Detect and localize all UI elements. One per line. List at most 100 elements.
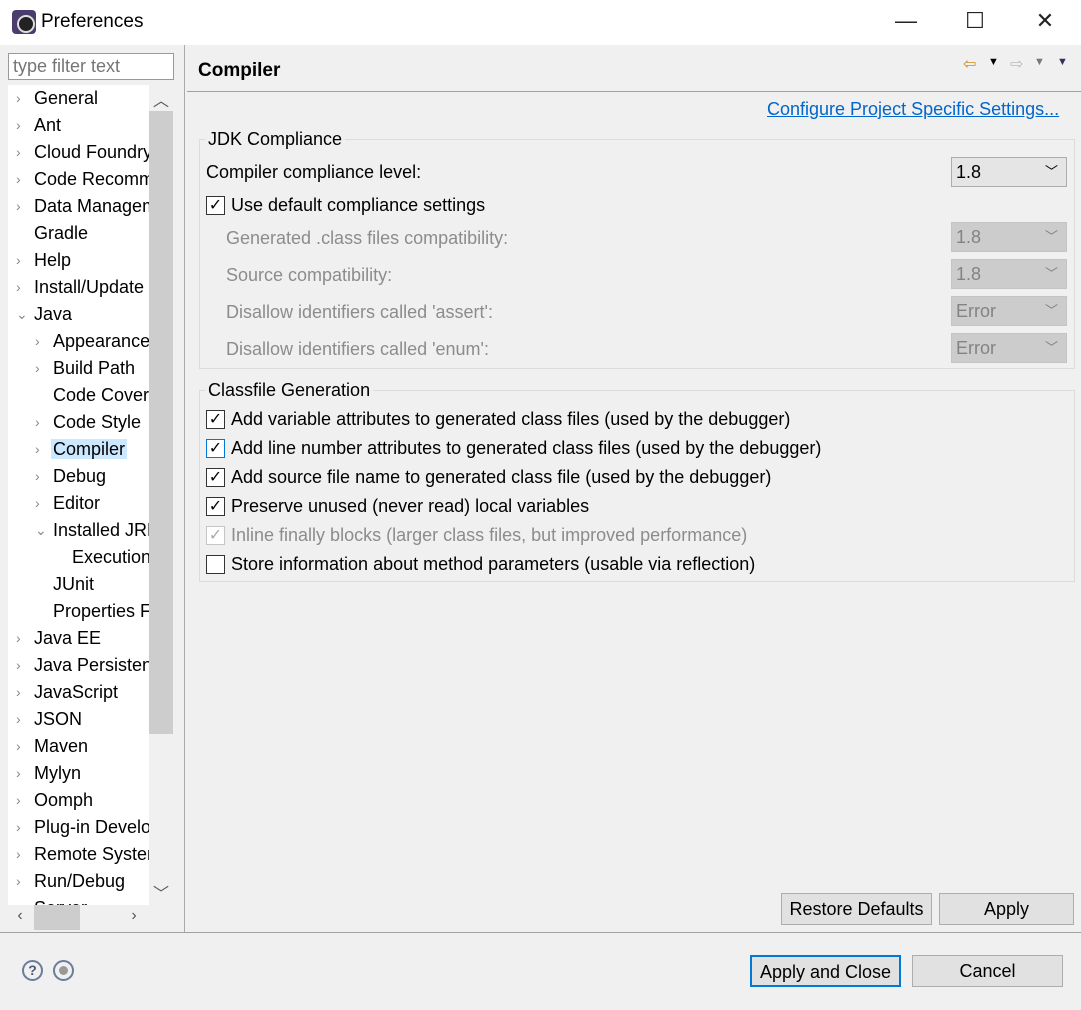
tree-item[interactable]: Properties Files Editor — [27, 598, 149, 625]
tree-item[interactable]: › Run/Debug — [8, 868, 127, 895]
chevron-right-icon[interactable]: › — [35, 328, 49, 355]
tree-item[interactable]: › Build Path — [27, 355, 137, 382]
tree-item[interactable]: JUnit — [27, 571, 96, 598]
tree-item-label: Help — [34, 250, 72, 270]
tree-item[interactable]: ⌄ Java — [8, 301, 74, 328]
tree-item[interactable]: › Code Style — [27, 409, 143, 436]
chevron-right-icon[interactable]: › — [16, 112, 30, 139]
tree-item[interactable]: › Maven — [8, 733, 90, 760]
tree-item-label: Oomph — [34, 790, 94, 810]
chevron-down-icon[interactable]: ⌄ — [35, 517, 49, 544]
tree-item[interactable]: Gradle — [8, 220, 90, 247]
option-checkbox[interactable] — [206, 555, 225, 574]
tree-item-label: JUnit — [53, 574, 95, 594]
use-default-checkbox[interactable]: ✓ — [206, 196, 225, 215]
tree-item[interactable]: ›Remote Systems — [8, 841, 149, 868]
tree-item-label: Properties Files Editor — [53, 601, 149, 621]
chevron-right-icon[interactable]: › — [16, 706, 30, 733]
option-checkbox[interactable]: ✓ — [206, 497, 225, 516]
option-label: Add variable attributes to generated cla… — [231, 409, 791, 429]
tree-item[interactable]: › Compiler — [27, 436, 128, 463]
compliance-level-select[interactable]: 1.8 ﹀ — [951, 157, 1067, 187]
chevron-right-icon[interactable]: › — [35, 355, 49, 382]
vertical-scroll-thumb[interactable] — [149, 111, 173, 734]
tree-item[interactable]: ›Plug-in Development — [8, 814, 149, 841]
tree-item-label: Editor — [53, 493, 101, 513]
chevron-right-icon[interactable]: › — [16, 760, 30, 787]
horizontal-scroll-thumb[interactable] — [34, 905, 80, 930]
chevron-right-icon[interactable]: › — [16, 679, 30, 706]
option-checkbox[interactable]: ✓ — [206, 439, 225, 458]
apply-and-close-button[interactable]: Apply and Close — [750, 955, 901, 987]
maximize-button[interactable]: ☐ — [955, 8, 995, 36]
chevron-right-icon[interactable]: › — [16, 814, 30, 841]
tree-item[interactable]: › Cloud Foundry — [8, 139, 149, 166]
tree-item[interactable]: ›Java Persistence — [8, 652, 149, 679]
chevron-right-icon[interactable]: › — [16, 733, 30, 760]
chevron-right-icon[interactable]: › — [35, 490, 49, 517]
scroll-right-icon[interactable]: › — [122, 907, 146, 925]
tree-item[interactable]: › JSON — [8, 706, 84, 733]
forward-arrow-icon[interactable]: ⇨ — [1010, 54, 1023, 74]
chevron-right-icon[interactable]: › — [16, 247, 30, 274]
chevron-right-icon[interactable]: › — [16, 787, 30, 814]
chevron-right-icon[interactable]: › — [16, 652, 30, 679]
tree-item[interactable]: › Ant — [8, 112, 63, 139]
chevron-right-icon[interactable]: › — [35, 409, 49, 436]
tree-item[interactable]: Code Coverage — [27, 382, 149, 409]
tree-item-label: JavaScript — [34, 682, 119, 702]
chevron-right-icon[interactable]: › — [16, 895, 30, 905]
configure-project-settings-link[interactable]: Configure Project Specific Settings... — [767, 99, 1059, 120]
minimize-button[interactable]: — — [886, 8, 926, 36]
tree-item[interactable]: › Appearance — [27, 328, 149, 355]
chevron-right-icon[interactable]: › — [16, 274, 30, 301]
scroll-left-icon[interactable]: ‹ — [8, 907, 32, 925]
back-arrow-icon[interactable]: ⇦ — [963, 54, 976, 74]
scroll-up-icon[interactable]: ︿ — [149, 87, 173, 111]
chevron-right-icon[interactable]: › — [16, 868, 30, 895]
chevron-down-icon: ﹀ — [1044, 164, 1058, 179]
tree-item[interactable]: ›Code Recommenders — [8, 166, 149, 193]
scroll-down-icon[interactable]: ﹀ — [149, 880, 173, 904]
chevron-right-icon[interactable]: › — [16, 139, 30, 166]
chevron-right-icon[interactable]: › — [16, 193, 30, 220]
tree-item[interactable]: › Mylyn — [8, 760, 83, 787]
filter-input[interactable] — [8, 53, 174, 80]
tree-item[interactable]: › Java EE — [8, 625, 103, 652]
tree-item-label: Gradle — [34, 223, 89, 243]
tree-item[interactable]: ›Data Management — [8, 193, 149, 220]
tree-item[interactable]: Execution Environments — [46, 544, 149, 571]
chevron-right-icon[interactable]: › — [16, 166, 30, 193]
option-checkbox[interactable]: ✓ — [206, 468, 225, 487]
chevron-right-icon[interactable]: › — [35, 436, 49, 463]
close-button[interactable]: ✕ — [1025, 8, 1065, 36]
forward-menu-icon[interactable]: ▼ — [1034, 56, 1045, 68]
option-checkbox[interactable]: ✓ — [206, 410, 225, 429]
chevron-right-icon[interactable]: › — [16, 85, 30, 112]
back-menu-icon[interactable]: ▼ — [988, 56, 999, 68]
tree-item[interactable]: › Editor — [27, 490, 102, 517]
import-export-icon[interactable] — [53, 960, 74, 981]
tree-item[interactable]: ›Server — [8, 895, 89, 905]
tree-item[interactable]: ⌄Installed JREs — [27, 517, 149, 544]
tree-item[interactable]: › JavaScript — [8, 679, 120, 706]
window-title: Preferences — [41, 11, 144, 32]
chevron-right-icon[interactable]: › — [16, 625, 30, 652]
tree-item[interactable]: › Oomph — [8, 787, 95, 814]
help-icon[interactable]: ? — [22, 960, 43, 981]
chevron-right-icon[interactable]: › — [16, 841, 30, 868]
apply-button[interactable]: Apply — [939, 893, 1074, 925]
tree-item[interactable]: › Debug — [27, 463, 108, 490]
cancel-button[interactable]: Cancel — [912, 955, 1063, 987]
tree-item[interactable]: › Install/Update — [8, 274, 146, 301]
tree-item-label: Code Recommenders — [34, 169, 149, 189]
tree-item[interactable]: › Help — [8, 247, 73, 274]
chevron-right-icon[interactable]: › — [35, 463, 49, 490]
option-label: Add line number attributes to generated … — [231, 438, 822, 458]
view-menu-icon[interactable]: ▼ — [1057, 56, 1068, 68]
tree-item[interactable]: › General — [8, 85, 100, 112]
chevron-down-icon[interactable]: ⌄ — [16, 301, 30, 328]
tree-item-label: Server — [32, 898, 89, 905]
restore-defaults-button[interactable]: Restore Defaults — [781, 893, 932, 925]
chevron-down-icon: ﹀ — [1044, 303, 1058, 318]
